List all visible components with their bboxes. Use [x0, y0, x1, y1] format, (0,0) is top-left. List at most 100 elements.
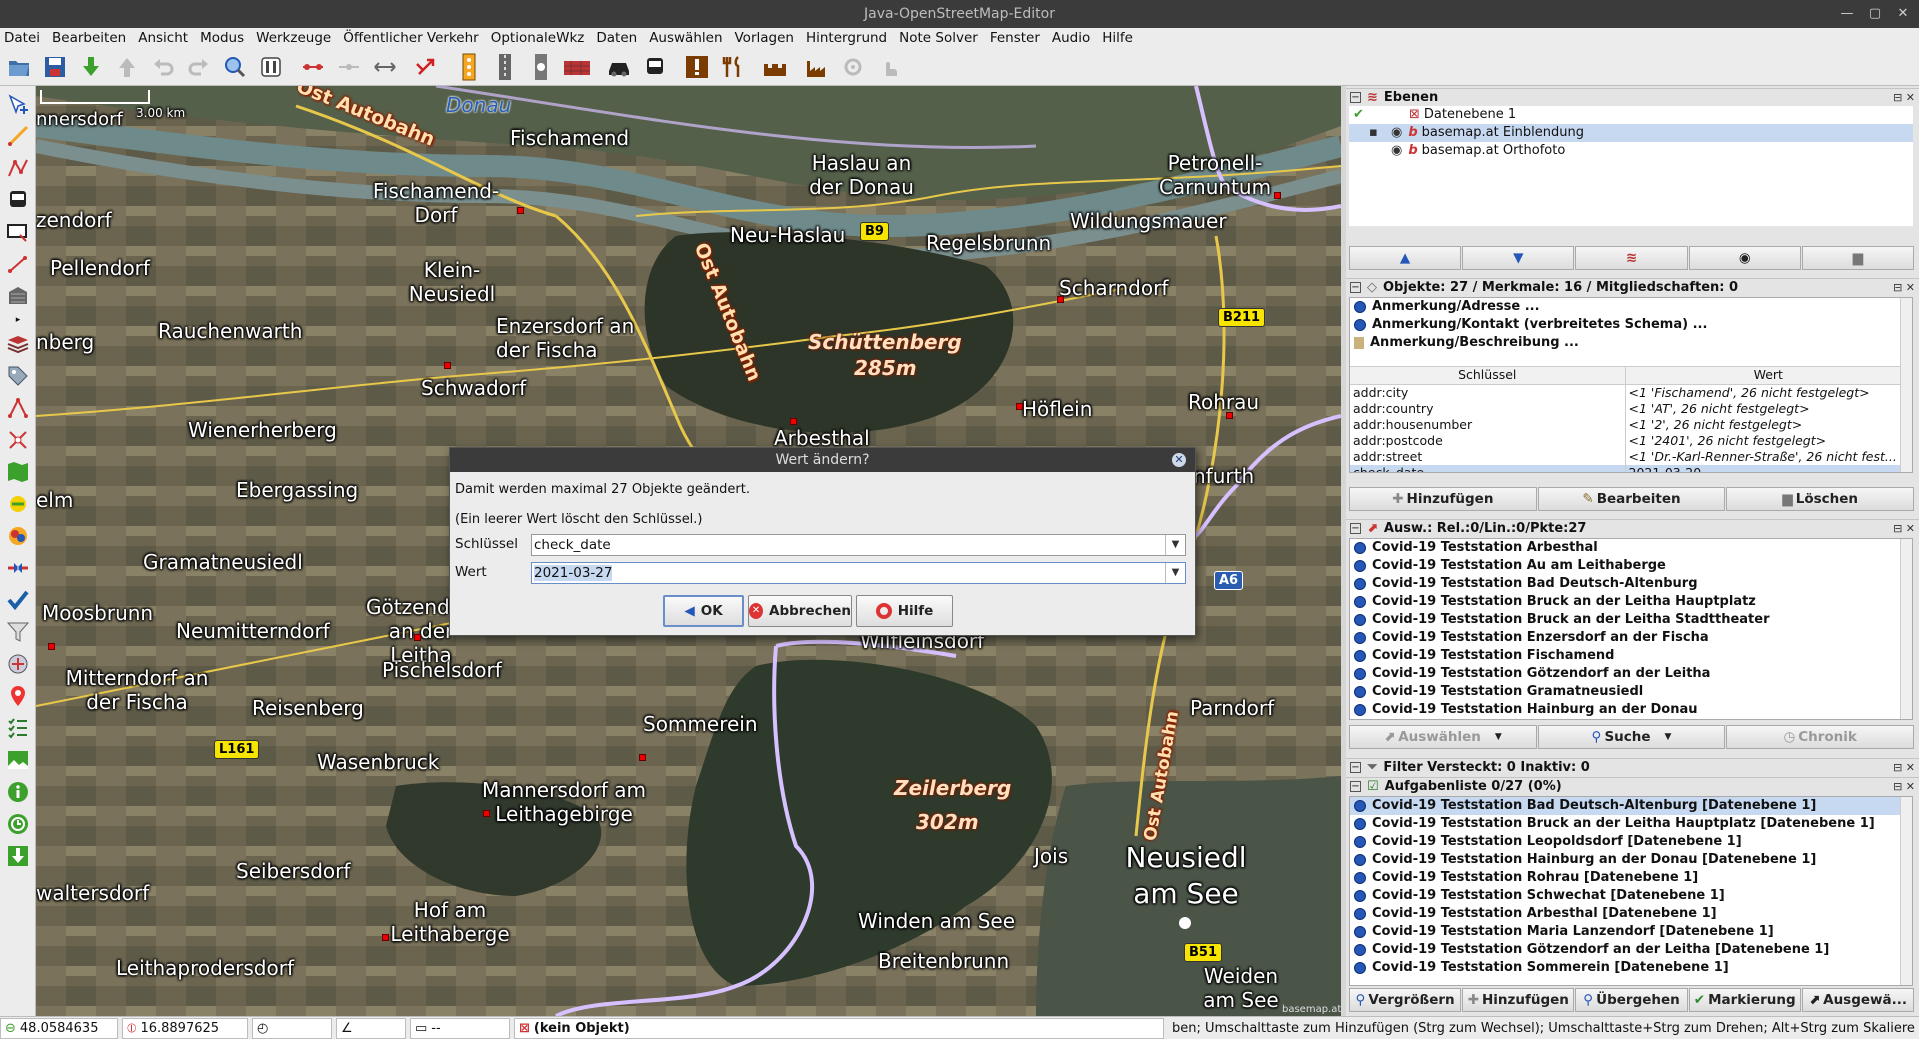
- sync-icon[interactable]: [4, 490, 32, 518]
- menu-daten[interactable]: Daten: [596, 30, 637, 46]
- touch-icon[interactable]: [874, 52, 904, 82]
- improve-way-icon[interactable]: [4, 154, 32, 182]
- draw-mode-icon[interactable]: [4, 122, 32, 150]
- tag-row[interactable]: addr:postcode <1 '2401', 26 nicht festgel…: [1350, 432, 1912, 449]
- collapse-toggle-icon[interactable]: −: [1350, 523, 1361, 534]
- tag-row[interactable]: addr:street <1 'Dr.-Karl-Renner-Straße', …: [1350, 448, 1912, 465]
- poi-marker[interactable]: [1226, 412, 1233, 419]
- list-item[interactable]: Covid-19 Teststation Götzendorf an der L…: [1350, 665, 1912, 683]
- open-file-icon[interactable]: [4, 52, 34, 82]
- restaurant-icon[interactable]: [718, 52, 748, 82]
- list-item[interactable]: Covid-19 Teststation Bad Deutsch-Altenbu…: [1350, 797, 1912, 815]
- task-list-icon[interactable]: [4, 714, 32, 742]
- preset-link[interactable]: Anmerkung/Kontakt (verbreitetes Schema) …: [1350, 316, 1912, 334]
- list-item[interactable]: Covid-19 Teststation Rohrau [Datenebene …: [1350, 869, 1912, 887]
- barrier-icon[interactable]: [562, 52, 592, 82]
- split-way-icon[interactable]: [298, 52, 328, 82]
- preset-link[interactable]: Anmerkung/Beschreibung ...: [1350, 334, 1912, 352]
- delete-tag-button[interactable]: ▆ Löschen: [1726, 487, 1915, 511]
- reverse-icon[interactable]: [412, 52, 442, 82]
- menu-datei[interactable]: Datei: [4, 30, 40, 46]
- chevron-down-icon[interactable]: ▼: [1165, 563, 1185, 583]
- menu-vorlagen[interactable]: Vorlagen: [735, 30, 794, 46]
- edit-tag-button[interactable]: ✎ Bearbeiten: [1537, 487, 1726, 511]
- dialog-close-icon[interactable]: ✕: [1172, 453, 1186, 467]
- poi-marker[interactable]: [1057, 296, 1064, 303]
- poi-marker[interactable]: [1274, 192, 1281, 199]
- key-combobox[interactable]: check_date ▼: [531, 534, 1186, 556]
- tag-row[interactable]: addr:city <1 'Fischamend', 26 nicht festg…: [1350, 384, 1912, 401]
- panel-controls-icon[interactable]: ⊟ ✕: [1893, 281, 1915, 294]
- panel-controls-icon[interactable]: ⊟ ✕: [1893, 91, 1915, 104]
- menu-auswaehlen[interactable]: Auswählen: [649, 30, 722, 46]
- list-item[interactable]: Covid-19 Teststation Arbesthal: [1350, 539, 1912, 557]
- minimize-icon[interactable]: —: [1836, 0, 1858, 28]
- poi-marker[interactable]: [517, 207, 524, 214]
- history-button[interactable]: ◷ Chronik: [1726, 725, 1915, 749]
- poi-marker[interactable]: [483, 810, 490, 817]
- list-item[interactable]: Covid-19 Teststation Arbesthal [Datenebe…: [1350, 905, 1912, 923]
- castle-icon[interactable]: [760, 52, 790, 82]
- panel-controls-icon[interactable]: ⊟ ✕: [1893, 522, 1915, 535]
- bus-icon[interactable]: [640, 52, 670, 82]
- tags-scrollbar[interactable]: [1900, 298, 1912, 472]
- location-pin-icon[interactable]: [4, 682, 32, 710]
- poi-marker[interactable]: [48, 643, 55, 650]
- filter-icon[interactable]: [4, 618, 32, 646]
- skip-task-button[interactable]: ⚲ Übergehen: [1575, 988, 1688, 1012]
- tram-icon[interactable]: [526, 52, 556, 82]
- search-button[interactable]: ⚲ Suche ▼: [1537, 725, 1726, 749]
- layer-row[interactable]: ▪ ◉ b basemap.at Einblendung: [1349, 124, 1913, 142]
- panel-controls-icon[interactable]: ⊟ ✕: [1893, 761, 1915, 774]
- list-item[interactable]: Covid-19 Teststation Leopoldsdorf [Daten…: [1350, 833, 1912, 851]
- menu-audio[interactable]: Audio: [1052, 30, 1090, 46]
- more-tools-icon[interactable]: ▸: [4, 314, 32, 326]
- download-data-icon[interactable]: [4, 842, 32, 870]
- railway-icon[interactable]: [490, 52, 520, 82]
- list-item[interactable]: Covid-19 Teststation Bad Deutsch-Altenbu…: [1350, 575, 1912, 593]
- key-column-header[interactable]: Schlüssel: [1350, 367, 1626, 385]
- chevron-down-icon[interactable]: ▼: [1165, 535, 1185, 555]
- close-window-icon[interactable]: ✕: [1892, 0, 1914, 28]
- list-item[interactable]: Covid-19 Teststation Maria Lanzendorf [D…: [1350, 923, 1912, 941]
- tag-row[interactable]: check_date 2021-03-20: [1350, 464, 1912, 472]
- value-column-header[interactable]: Wert: [1625, 367, 1912, 385]
- upload-icon[interactable]: [112, 52, 142, 82]
- info-icon[interactable]: [4, 778, 32, 806]
- align-icon[interactable]: [370, 52, 400, 82]
- move-down-button[interactable]: ▼: [1462, 246, 1575, 270]
- menu-bearbeiten[interactable]: Bearbeiten: [52, 30, 126, 46]
- tag-row[interactable]: addr:country <1 'AT', 26 nicht festgelegt…: [1350, 400, 1912, 417]
- select-mode-icon[interactable]: [4, 90, 32, 118]
- selection-panel-header[interactable]: − ⬈ Ausw.: Rel.:0/Lin.:0/Pkte:27 ⊟ ✕: [1346, 519, 1919, 537]
- menu-hilfe[interactable]: Hilfe: [1102, 30, 1133, 46]
- conflict-icon[interactable]: [4, 426, 32, 454]
- redo-icon[interactable]: [184, 52, 214, 82]
- filter-panel-header[interactable]: − ⏷ Filter Versteckt: 0 Inaktiv: 0 ⊟ ✕: [1346, 758, 1919, 776]
- tag-row[interactable]: addr:housenumber <1 '2', 26 nicht festgel…: [1350, 416, 1912, 433]
- menu-fenster[interactable]: Fenster: [990, 30, 1040, 46]
- move-up-button[interactable]: ▲: [1349, 246, 1462, 270]
- ok-button[interactable]: ◀ OK: [663, 595, 744, 627]
- menu-oeffentlicher-verkehr[interactable]: Öffentlicher Verkehr: [343, 30, 479, 46]
- history-icon[interactable]: [4, 810, 32, 838]
- layers-toggle-icon[interactable]: [4, 330, 32, 358]
- list-item[interactable]: Covid-19 Teststation Bruck an der Leitha…: [1350, 611, 1912, 629]
- undo-icon[interactable]: [148, 52, 178, 82]
- bus-stop-icon[interactable]: [4, 186, 32, 214]
- tags-toggle-icon[interactable]: [4, 362, 32, 390]
- platform-icon[interactable]: [4, 218, 32, 246]
- value-combobox[interactable]: 2021-03-27 ▼: [531, 562, 1186, 584]
- menu-optionalewkz[interactable]: OptionaleWkz: [491, 30, 585, 46]
- menu-modus[interactable]: Modus: [200, 30, 244, 46]
- list-item[interactable]: Covid-19 Teststation Sommerein [Datenebe…: [1350, 959, 1912, 977]
- collapse-toggle-icon[interactable]: −: [1350, 781, 1361, 792]
- collapse-toggle-icon[interactable]: −: [1350, 762, 1361, 773]
- cancel-button[interactable]: ✕ Abbrechen: [748, 595, 852, 627]
- selection-scrollbar[interactable]: [1900, 539, 1912, 719]
- menu-hintergrund[interactable]: Hintergrund: [806, 30, 887, 46]
- menu-ansicht[interactable]: Ansicht: [138, 30, 188, 46]
- poi-marker[interactable]: [414, 634, 421, 641]
- changeset-icon[interactable]: [4, 554, 32, 582]
- poi-marker[interactable]: [790, 418, 797, 425]
